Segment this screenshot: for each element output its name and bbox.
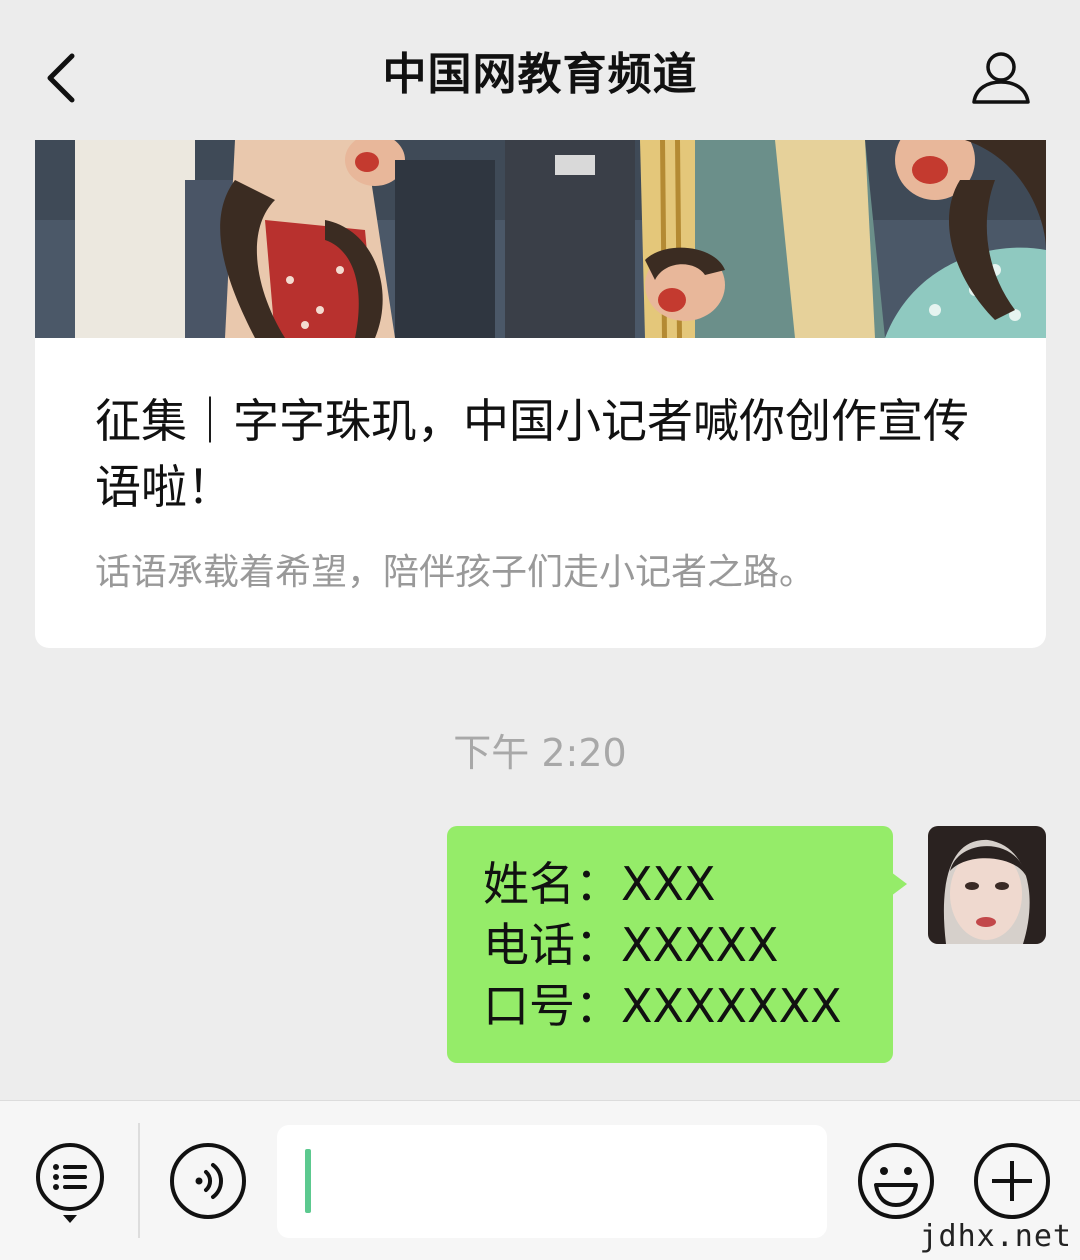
message-line-slogan: 口号：XXXXXXX [483,979,842,1033]
avatar[interactable] [928,826,1046,944]
divider [138,1123,140,1238]
menu-list-icon[interactable] [34,1141,106,1225]
voice-icon[interactable] [168,1141,248,1221]
article-title[interactable]: 征集｜字字珠玑，中国小记者喊你创作宣传语啦！ [95,388,995,520]
article-card[interactable]: 征集｜字字珠玑，中国小记者喊你创作宣传语啦！ 话语承载着希望，陪伴孩子们走小记者… [35,140,1046,648]
text-cursor [305,1149,311,1213]
chat-header: 中国网教育频道 [0,0,1080,140]
sent-message-bubble[interactable]: 姓名：XXX 电话：XXXXX 口号：XXXXXXX [447,826,907,1063]
chat-title: 中国网教育频道 [382,49,698,100]
person-icon[interactable] [970,50,1032,106]
chat-input-bar [0,1100,1080,1260]
smiley-icon[interactable] [856,1141,936,1221]
article-banner-image [35,140,1046,338]
watermark: jdhx.net [919,1219,1072,1254]
message-timestamp: 下午 2:20 [453,731,627,775]
plus-icon[interactable] [972,1141,1052,1221]
message-input[interactable] [277,1125,827,1238]
chevron-left-icon[interactable] [40,50,86,106]
message-line-phone: 电话：XXXXX [483,918,779,972]
article-description: 话语承载着希望，陪伴孩子们走小记者之路。 [95,552,816,593]
message-line-name: 姓名：XXX [483,857,716,911]
